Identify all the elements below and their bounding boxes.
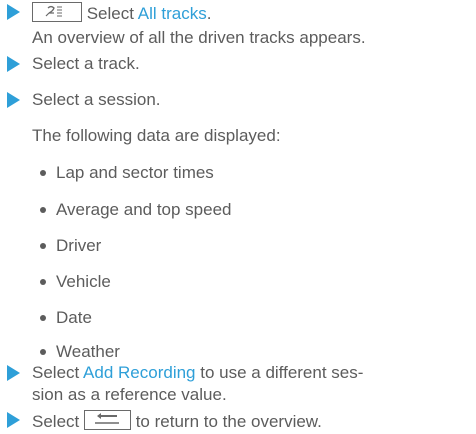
step-4-text-post: to use a different ses-	[195, 363, 364, 382]
step-5-line: Select to return to the overview.	[32, 410, 322, 432]
step-3-text: Select a session.	[32, 90, 161, 109]
step-4-line-2: sion as a reference value.	[32, 385, 227, 404]
step-1-text-pre: Select	[82, 4, 138, 23]
step-2-text: Select a track.	[32, 54, 140, 73]
bullet-dot	[40, 315, 46, 321]
bullet-item: Weather	[56, 342, 120, 361]
bullet-item: Date	[56, 308, 92, 327]
overview-tracks-icon	[32, 2, 82, 22]
step-arrow-icon	[7, 412, 20, 428]
step-5-text-pre: Select	[32, 412, 84, 431]
bullet-item: Lap and sector times	[56, 163, 214, 182]
step-1-text-post: .	[206, 4, 212, 23]
step-1-line: Select All tracks.	[32, 2, 211, 24]
step-4-text-pre: Select	[32, 363, 84, 382]
step-arrow-icon	[7, 4, 20, 20]
step-4-line-1: Select Add Recording to use a different …	[32, 363, 363, 383]
instruction-list: Select All tracks. An overview of all th…	[0, 0, 476, 434]
bullet-dot	[40, 279, 46, 285]
bullet-dot	[40, 243, 46, 249]
step-arrow-icon	[7, 56, 20, 72]
bullet-item: Driver	[56, 236, 102, 255]
step-1-result: An overview of all the driven tracks app…	[32, 28, 366, 47]
all-tracks-link[interactable]: All tracks	[138, 4, 207, 23]
bullet-item: Average and top speed	[56, 200, 232, 219]
step-3-result: The following data are displayed:	[32, 126, 281, 145]
bullet-dot	[40, 207, 46, 213]
step-arrow-icon	[7, 365, 20, 381]
step-5-text-post: to return to the overview.	[130, 412, 322, 431]
back-icon	[83, 410, 131, 430]
bullet-dot	[40, 349, 46, 355]
step-arrow-icon	[7, 92, 20, 108]
add-recording-link[interactable]: Add Recording	[83, 363, 195, 382]
bullet-item: Vehicle	[56, 272, 111, 291]
bullet-dot	[40, 170, 46, 176]
